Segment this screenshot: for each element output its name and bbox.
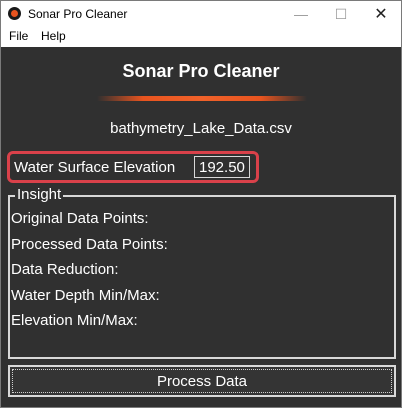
elevation-label: Water Surface Elevation bbox=[14, 159, 176, 176]
sonar-app-icon bbox=[8, 7, 21, 20]
water-depth-minmax-label: Water Depth Min/Max: bbox=[11, 287, 160, 304]
minimize-button[interactable]: — bbox=[281, 1, 321, 27]
page-title: Sonar Pro Cleaner bbox=[122, 61, 280, 81]
elevation-input[interactable] bbox=[194, 156, 250, 178]
focus-ring bbox=[12, 369, 392, 393]
processed-data-points-label: Processed Data Points: bbox=[11, 236, 168, 253]
maximize-button[interactable]: ☐ bbox=[321, 1, 361, 27]
insight-title: Insight bbox=[15, 186, 64, 203]
menu-bar: File Help bbox=[1, 27, 401, 47]
menu-help[interactable]: Help bbox=[41, 29, 66, 43]
title-bar[interactable]: Sonar Pro Cleaner — ☐ ✕ bbox=[1, 1, 401, 27]
accent-divider bbox=[97, 96, 307, 101]
window-title: Sonar Pro Cleaner bbox=[28, 7, 128, 21]
menu-file[interactable]: File bbox=[9, 29, 28, 43]
elevation-highlight: Water Surface Elevation bbox=[7, 151, 259, 183]
original-data-points-label: Original Data Points: bbox=[11, 210, 149, 227]
app-window: Sonar Pro Cleaner — ☐ ✕ File Help Sonar … bbox=[0, 0, 402, 408]
data-reduction-label: Data Reduction: bbox=[11, 261, 119, 278]
close-button[interactable]: ✕ bbox=[361, 1, 401, 27]
process-data-button[interactable]: Process Data bbox=[8, 365, 396, 397]
loaded-file-name: bathymetry_Lake_Data.csv bbox=[110, 120, 292, 137]
elevation-minmax-label: Elevation Min/Max: bbox=[11, 312, 138, 329]
